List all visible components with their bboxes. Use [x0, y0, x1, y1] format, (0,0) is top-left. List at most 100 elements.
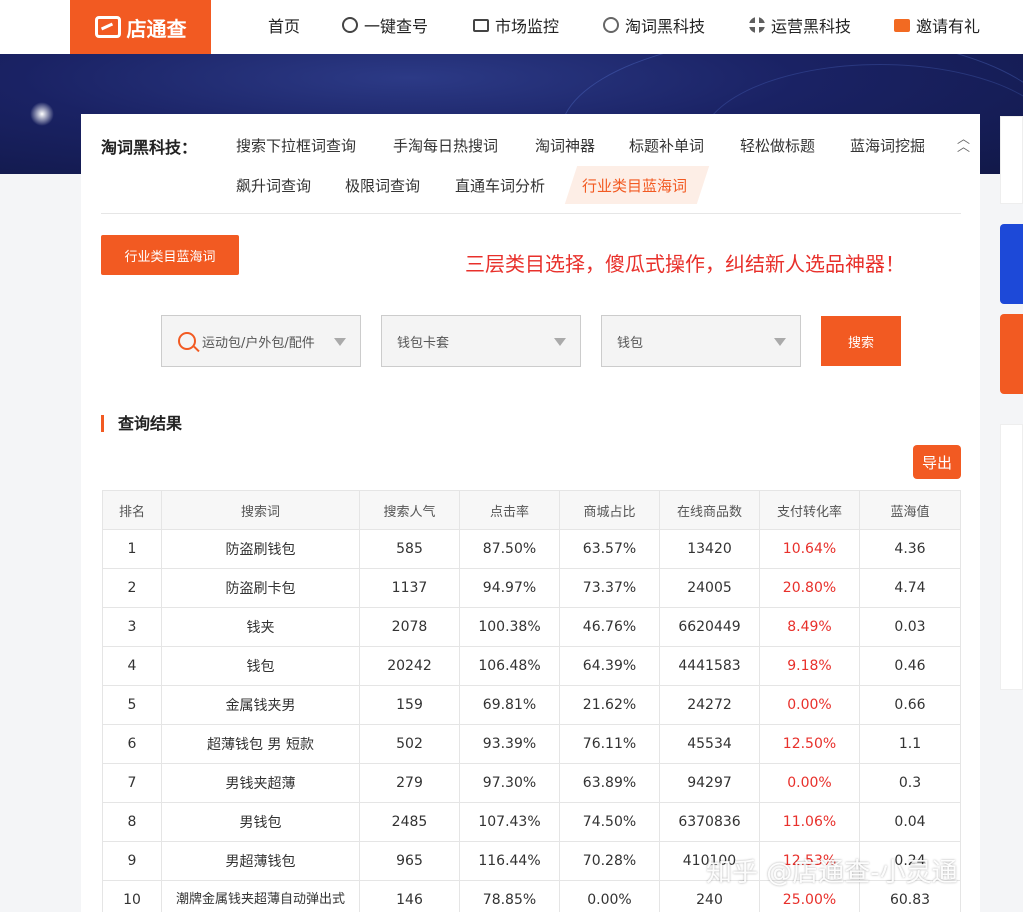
- subnav-item[interactable]: 淘词神器: [535, 135, 595, 156]
- subnav-item[interactable]: 标题补单词: [629, 135, 704, 156]
- table-row[interactable]: 3 钱夹 2078 100.38% 46.76% 6620449 8.49% 0.03: [102, 607, 961, 647]
- column-header[interactable]: 商城占比: [559, 490, 660, 530]
- main-card: 淘词黑科技： 搜索下拉框词查询 手淘每日热搜词 淘词神器 标题补单词 轻松做标题…: [81, 114, 980, 912]
- nav-label: 运营黑科技: [771, 17, 852, 36]
- table-cell: 1137: [359, 568, 460, 608]
- subnav-item[interactable]: 蓝海词挖掘: [850, 135, 925, 156]
- table-cell: 106.48%: [459, 646, 560, 686]
- nav-home[interactable]: 首页: [268, 0, 300, 50]
- shop-icon: [94, 16, 121, 38]
- subnav-item[interactable]: 极限词查询: [345, 175, 420, 196]
- nav-label: 一键查号: [364, 17, 429, 36]
- table-cell: 20242: [359, 646, 460, 686]
- column-header[interactable]: 排名: [102, 490, 162, 530]
- slogan: 三层类目选择，傻瓜式操作，纠结新人选品神器！: [465, 252, 905, 276]
- keyword-icon: [603, 17, 619, 33]
- table-cell: 45534: [659, 724, 760, 764]
- column-header[interactable]: 搜索词: [161, 490, 360, 530]
- table-row[interactable]: 7 男钱夹超薄 279 97.30% 63.89% 94297 0.00% 0.3: [102, 763, 961, 803]
- tool-tag-button[interactable]: 行业类目蓝海词: [101, 235, 239, 275]
- results-table: 排名 搜索词 搜索人气 点击率 商城占比 在线商品数 支付转化率 蓝海值 1 防盗…: [102, 490, 961, 912]
- table-cell: 46.76%: [559, 607, 660, 647]
- brand-logo[interactable]: 店通查: [70, 0, 211, 54]
- table-cell: 97.30%: [459, 763, 560, 803]
- table-row[interactable]: 8 男钱包 2485 107.43% 74.50% 6370836 11.06% 0.04: [102, 802, 961, 842]
- divider: [101, 213, 961, 214]
- nav-invite[interactable]: 邀请有礼: [894, 0, 980, 50]
- select-value: 运动包/户外包/配件: [202, 335, 315, 351]
- column-header[interactable]: 在线商品数: [659, 490, 760, 530]
- caret-down-icon: [334, 338, 346, 346]
- table-cell: 10.64%: [759, 529, 860, 569]
- column-header[interactable]: 支付转化率: [759, 490, 860, 530]
- side-widget-orange[interactable]: [1000, 314, 1023, 394]
- side-widget[interactable]: [1000, 116, 1023, 204]
- table-cell: 7: [102, 763, 162, 803]
- table-cell: 2485: [359, 802, 460, 842]
- table-cell: 11.06%: [759, 802, 860, 842]
- side-widget-blue[interactable]: [1000, 224, 1023, 304]
- table-cell: 63.57%: [559, 529, 660, 569]
- table-cell: 2: [102, 568, 162, 608]
- category-select-2[interactable]: 钱包卡套: [381, 315, 581, 367]
- subnav-item-active[interactable]: 行业类目蓝海词: [582, 175, 687, 196]
- select-value: 钱包卡套: [397, 335, 450, 351]
- table-cell: 12.50%: [759, 724, 860, 764]
- subnav-item[interactable]: 手淘每日热搜词: [393, 135, 498, 156]
- table-cell: 0.3: [859, 763, 961, 803]
- brand-name: 店通查: [126, 16, 187, 41]
- table-cell: 585: [359, 529, 460, 569]
- table-cell: 69.81%: [459, 685, 560, 725]
- table-cell: 0.66: [859, 685, 961, 725]
- nav-market-monitor[interactable]: 市场监控: [473, 0, 559, 50]
- table-cell: 4.74: [859, 568, 961, 608]
- table-cell: 70.28%: [559, 841, 660, 881]
- chevron-up-icon[interactable]: ︿ ︿: [957, 133, 970, 154]
- search-button[interactable]: 搜索: [821, 316, 901, 366]
- export-button[interactable]: 导出: [913, 445, 961, 479]
- table-cell: 6370836: [659, 802, 760, 842]
- table-cell: 20.80%: [759, 568, 860, 608]
- subnav-item[interactable]: 轻松做标题: [740, 135, 815, 156]
- table-cell: 防盗刷卡包: [161, 568, 360, 608]
- table-row[interactable]: 4 钱包 20242 106.48% 64.39% 4441583 9.18% 0.46: [102, 646, 961, 686]
- table-row[interactable]: 2 防盗刷卡包 1137 94.97% 73.37% 24005 20.80% 4.74: [102, 568, 961, 608]
- column-header[interactable]: 蓝海值: [859, 490, 961, 530]
- subnav-item[interactable]: 搜索下拉框词查询: [236, 135, 356, 156]
- table-cell: 94297: [659, 763, 760, 803]
- category-select-1[interactable]: 运动包/户外包/配件: [161, 315, 361, 367]
- table-cell: 4.36: [859, 529, 961, 569]
- subnav-item[interactable]: 直通车词分析: [455, 175, 545, 196]
- table-cell: 0.04: [859, 802, 961, 842]
- caret-down-icon: [774, 338, 786, 346]
- table-cell: 63.89%: [559, 763, 660, 803]
- table-cell: 男钱夹超薄: [161, 763, 360, 803]
- category-select-3[interactable]: 钱包: [601, 315, 801, 367]
- table-row[interactable]: 6 超薄钱包 男 短款 502 93.39% 76.11% 45534 12.50% 1.1: [102, 724, 961, 764]
- nav-operation-tech[interactable]: 运营黑科技: [749, 0, 851, 50]
- table-cell: 潮牌金属钱夹超薄自动弹出式: [161, 880, 360, 912]
- table-cell: 146: [359, 880, 460, 912]
- column-header[interactable]: 搜索人气: [359, 490, 460, 530]
- table-row[interactable]: 5 金属钱夹男 159 69.81% 21.62% 24272 0.00% 0.66: [102, 685, 961, 725]
- nav-lookup[interactable]: 一键查号: [342, 0, 428, 50]
- watermark: 知乎 @店通查-小灵通: [706, 858, 958, 888]
- nav-keyword-tech[interactable]: 淘词黑科技: [603, 0, 705, 50]
- table-cell: 94.97%: [459, 568, 560, 608]
- top-nav: 店通查 首页 一键查号 市场监控 淘词黑科技 运营黑科技 邀请有礼: [0, 0, 1023, 54]
- table-cell: 钱包: [161, 646, 360, 686]
- table-cell: 2078: [359, 607, 460, 647]
- subnav-item[interactable]: 飙升词查询: [236, 175, 311, 196]
- nav-label: 市场监控: [495, 17, 560, 36]
- column-header[interactable]: 点击率: [459, 490, 560, 530]
- table-cell: 6: [102, 724, 162, 764]
- table-cell: 6620449: [659, 607, 760, 647]
- table-cell: 4441583: [659, 646, 760, 686]
- table-cell: 4: [102, 646, 162, 686]
- table-cell: 100.38%: [459, 607, 560, 647]
- side-panel: [1000, 424, 1023, 690]
- table-cell: 1: [102, 529, 162, 569]
- table-cell: 9: [102, 841, 162, 881]
- table-header-row: 排名 搜索词 搜索人气 点击率 商城占比 在线商品数 支付转化率 蓝海值: [102, 490, 961, 530]
- table-row[interactable]: 1 防盗刷钱包 585 87.50% 63.57% 13420 10.64% 4.36: [102, 529, 961, 569]
